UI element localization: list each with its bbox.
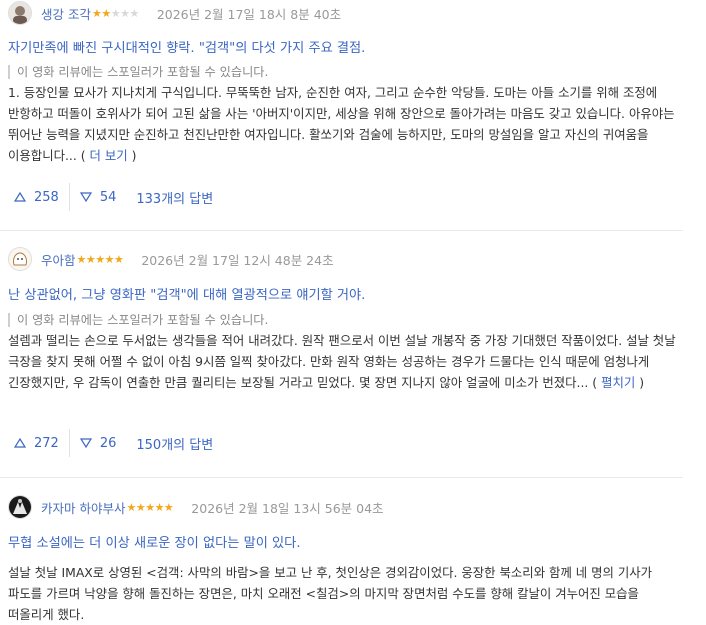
review-actions: 258 54 133개의 답변: [8, 182, 213, 212]
review-title[interactable]: 난 상관없어, 그냥 영화판 "검객"에 대해 열광적으로 얘기할 거야.: [8, 284, 365, 303]
thumb-down-icon: [79, 438, 92, 449]
downvote-count: 26: [99, 435, 117, 451]
thumb-up-icon: [14, 437, 26, 448]
review-header: 우아함 ★★★★★ 2026년 2월 17일 12시 48분 24초: [8, 246, 334, 272]
spoiler-notice: 이 영화 리뷰에는 스포일러가 포함될 수 있습니다.: [8, 313, 268, 327]
downvote-count: 54: [99, 189, 117, 205]
avatar[interactable]: [8, 1, 32, 25]
review-body: 설날 첫날 IMAX로 상영된 <검객: 사막의 바람>을 보고 난 후, 첫인…: [8, 565, 653, 622]
review-datetime: 2026년 2월 17일 12시 48분 24초: [141, 252, 334, 268]
avatar[interactable]: [8, 247, 32, 271]
review-datetime: 2026년 2월 18일 13시 56분 04초: [191, 500, 384, 516]
replies-link[interactable]: 133개의 답변: [136, 188, 213, 207]
thumb-down-icon: [79, 192, 92, 203]
upvote-button[interactable]: 272: [8, 429, 70, 457]
review-datetime: 2026년 2월 17일 18시 8분 40초: [156, 6, 342, 22]
review-title[interactable]: 무협 소설에는 더 이상 새로운 장이 없다는 말이 있다.: [8, 532, 301, 551]
divider: [0, 230, 683, 231]
rating-stars: ★★★★★: [126, 500, 174, 514]
upvote-button[interactable]: 258: [8, 183, 70, 211]
upvote-count: 272: [34, 435, 59, 451]
upvote-count: 258: [34, 189, 59, 205]
avatar[interactable]: [8, 495, 32, 519]
downvote-button[interactable]: 54: [70, 183, 123, 211]
review-header: 카자마 하야부사 ★★★★★ 2026년 2월 18일 13시 56분 04초: [8, 494, 384, 520]
username[interactable]: 우아함: [41, 250, 76, 269]
username[interactable]: 카자마 하야부사: [41, 498, 125, 517]
replies-link[interactable]: 150개의 답변: [136, 434, 213, 453]
review-body: 1. 등장인물 묘사가 지나치게 구식입니다. 무뚝뚝한 남자, 순진한 여자,…: [8, 85, 675, 163]
review-title[interactable]: 자기만족에 빠진 구시대적인 향락. "검객"의 다섯 가지 주요 결점.: [8, 37, 365, 56]
rating-stars: ★★★★★: [76, 252, 124, 266]
expand-link[interactable]: 펼치기: [601, 375, 635, 390]
spoiler-notice: 이 영화 리뷰에는 스포일러가 포함될 수 있습니다.: [8, 65, 268, 79]
downvote-button[interactable]: 26: [70, 429, 123, 457]
thumb-up-icon: [14, 191, 26, 202]
review-header: 생강 조각 ★★★★★ 2026년 2월 17일 18시 8분 40초: [8, 0, 341, 26]
review-body: 설렘과 떨리는 손으로 두서없는 생각들을 적어 내려갔다. 원작 팬으로서 이…: [8, 333, 676, 390]
read-more-link[interactable]: 더 보기: [90, 148, 128, 163]
divider: [0, 477, 683, 478]
review-actions: 272 26 150개의 답변: [8, 428, 213, 458]
rating-stars: ★★★★★: [91, 6, 139, 20]
username[interactable]: 생강 조각: [41, 4, 91, 23]
